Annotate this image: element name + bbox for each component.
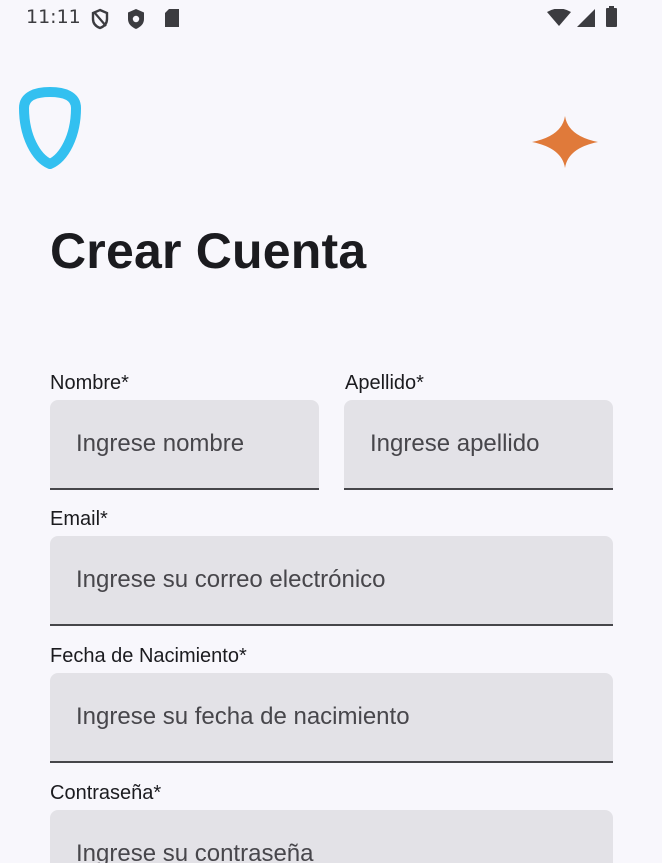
page-title: Crear Cuenta (50, 223, 367, 279)
nombre-field-container (50, 400, 319, 490)
sparkle-icon (532, 116, 598, 168)
birthdate-field-container (50, 673, 613, 763)
sd-card-icon (165, 9, 179, 27)
password-label: Contraseña* (50, 782, 162, 804)
status-time: 11:11 (26, 6, 81, 28)
email-field-container (50, 536, 613, 626)
cell-signal-icon (577, 9, 595, 27)
create-account-screen: 11:11 Crear Cuenta Nombre* Ingrese nombr… (0, 0, 662, 863)
apellido-field-container (344, 400, 613, 490)
security-shield-icon (128, 9, 144, 29)
status-bar: 11:11 (0, 0, 662, 36)
password-input[interactable] (50, 810, 613, 863)
nombre-label: Nombre* (50, 372, 129, 394)
birthdate-label: Fecha de Nacimiento* (50, 645, 247, 667)
battery-icon (606, 6, 617, 27)
apellido-label: Apellido* (345, 372, 424, 394)
nombre-input[interactable] (50, 400, 319, 488)
wifi-icon (547, 9, 571, 26)
vpn-shield-icon (91, 8, 109, 30)
password-field-container (50, 810, 613, 863)
birthdate-input[interactable] (50, 673, 613, 761)
email-input[interactable] (50, 536, 613, 624)
email-label: Email* (50, 508, 108, 530)
shield-logo-icon (19, 87, 81, 169)
apellido-input[interactable] (344, 400, 613, 488)
